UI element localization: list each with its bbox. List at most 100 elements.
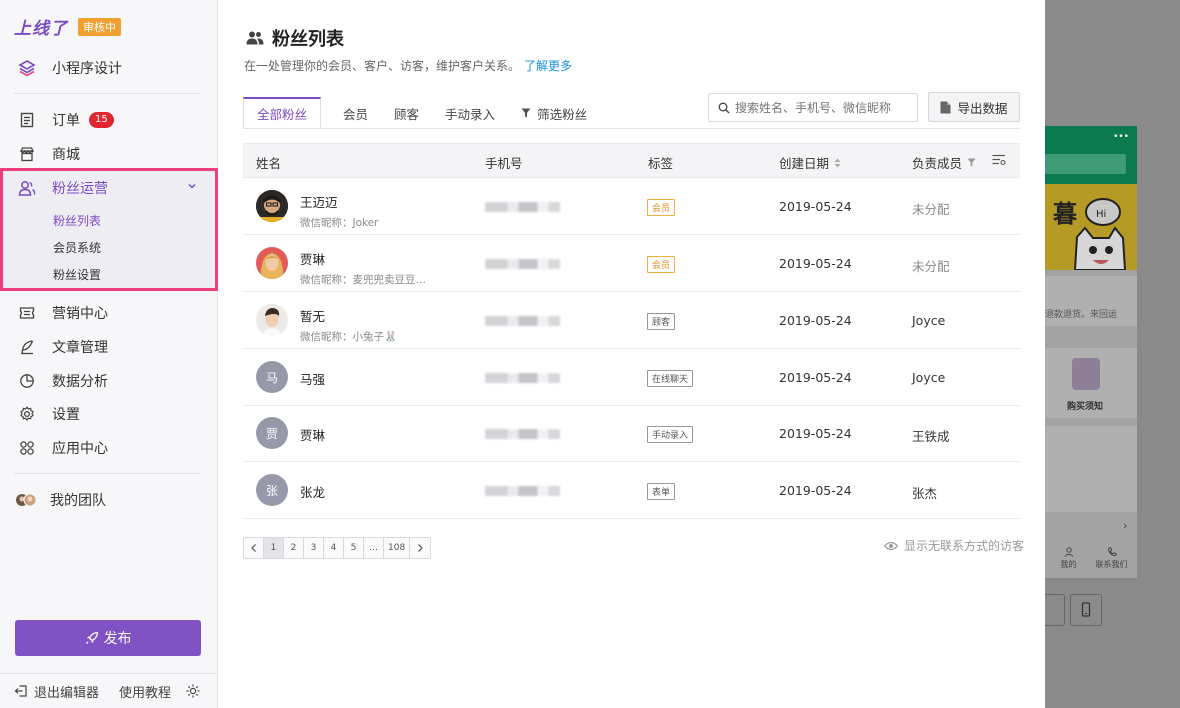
notice-icon [1072,358,1100,390]
table-row[interactable]: 暂无 微信昵称：小兔子🐰 顾客 2019-05-24 Joyce [243,292,1020,349]
tab-manual-entry[interactable]: 手动录入 [432,97,508,129]
prev-page-button[interactable] [244,538,264,558]
gear-icon [18,405,36,423]
fan-name[interactable]: 暂无 [300,306,397,325]
phone-masked [485,429,560,439]
owner-cell[interactable]: Joyce [912,313,945,328]
tab-filter-fans[interactable]: 筛选粉丝 [508,97,600,129]
filter-icon[interactable] [967,158,976,167]
owner-cell[interactable]: Joyce [912,370,945,385]
sidebar-item-marketing[interactable]: 营销中心 [0,298,217,328]
sidebar-subitem-fans-list[interactable]: 粉丝列表 [53,212,101,229]
sidebar-item-fans-ops[interactable]: 粉丝运营 [0,173,212,203]
show-visitors-label: 显示无联系方式的访客 [904,539,1025,553]
owner-cell[interactable]: 王铁成 [912,426,950,445]
sidebar-item-articles[interactable]: 文章管理 [0,332,217,362]
mobile-preview-button[interactable] [1070,594,1102,626]
page-button[interactable]: 4 [324,538,344,558]
tag-badge: 会员 [647,199,676,216]
sort-icon[interactable] [834,158,841,168]
learn-more-link[interactable]: 了解更多 [524,59,572,73]
owner-cell[interactable]: 未分配 [912,256,950,275]
fan-name[interactable]: 贾琳 [300,249,426,268]
tag-badge: 在线聊天 [647,370,694,387]
fan-name[interactable]: 贾琳 [300,425,325,444]
sun-icon[interactable] [186,684,200,698]
page-button[interactable]: 5 [344,538,364,558]
table-row[interactable]: 王迈迈 微信昵称：Joker 会员 2019-05-24 未分配 [243,178,1020,235]
tab-members[interactable]: 会员 [321,97,381,129]
search-input[interactable] [735,100,915,115]
sidebar-subitem-member-system[interactable]: 会员系统 [53,239,101,256]
page-ellipsis-button[interactable]: … [364,538,384,558]
exit-editor-label: 退出编辑器 [34,685,100,701]
phone-masked [485,486,560,496]
show-visitors-toggle[interactable]: 显示无联系方式的访客 [884,537,1024,554]
feather-icon [18,338,36,356]
sidebar-item-label: 应用中心 [52,441,108,457]
col-header-owner[interactable]: 负责成员 [912,153,976,172]
chevron-down-icon[interactable] [187,180,197,195]
page-button[interactable]: 108 [384,538,411,558]
sidebar-item-label: 设置 [52,407,80,423]
tab-all-fans[interactable]: 全部粉丝 [243,97,322,129]
sidebar-item-team[interactable]: 我的团队 [0,485,217,515]
phone-search-bar [1045,154,1126,174]
phone-banner: 暮 Hi [1045,184,1137,270]
sidebar-item-label: 粉丝运营 [52,181,108,197]
col-header-created[interactable]: 创建日期 [779,153,841,172]
owner-cell[interactable]: 张杰 [912,483,937,502]
fan-name[interactable]: 张龙 [300,482,325,501]
sidebar-item-orders[interactable]: 订单 15 [0,105,217,135]
phone-header: ••• [1045,126,1137,184]
exit-editor-link[interactable]: 退出编辑器 [14,682,99,701]
page-button[interactable]: 1 [264,538,284,558]
publish-label: 发布 [103,631,132,647]
sidebar-item-design[interactable]: 小程序设计 [0,53,217,83]
bubble-text: Hi [1096,209,1106,220]
page-button[interactable]: 2 [284,538,304,558]
brand: 上线了 审核中 [14,14,121,39]
tab-customers[interactable]: 顾客 [381,97,432,129]
sidebar-item-label: 商城 [52,147,80,163]
sidebar-subitem-fans-settings[interactable]: 粉丝设置 [53,266,101,283]
publish-button[interactable]: 发布 [15,620,201,656]
sidebar-item-settings[interactable]: 设置 [0,399,217,429]
cat-illustration-icon: 暮 Hi [1053,198,1127,270]
created-date: 2019-05-24 [779,483,852,498]
sidebar-item-apps[interactable]: 应用中心 [0,433,217,463]
sidebar-item-mall[interactable]: 商城 [0,139,217,169]
created-date: 2019-05-24 [779,426,852,441]
preview-overlay[interactable]: ••• 暮 Hi 退款退货。来回运 购买须知 › 我的 联系我们 [1045,0,1180,708]
more-icon: ••• [1113,132,1129,142]
export-label: 导出数据 [957,100,1008,116]
name-cell: 张龙 [300,482,325,501]
main-panel: 粉丝列表 在一处管理你的会员、客户、访客，维护客户关系。 了解更多 全部粉丝 会员… [218,0,1045,708]
next-page-button[interactable] [410,538,430,558]
divider [14,473,201,474]
table-row[interactable]: 马 马强 在线聊天 2019-05-24 Joyce [243,349,1020,406]
apps-grid-icon [18,439,36,457]
sidebar-item-label: 订单 [52,113,80,129]
column-settings-icon[interactable] [992,154,1006,166]
wechat-nickname: 微信昵称：麦兜兜卖豆豆… [300,274,426,286]
table-row[interactable]: 贾琳 微信昵称：麦兜兜卖豆豆… 会员 2019-05-24 未分配 [243,235,1020,292]
table-row[interactable]: 贾 贾琳 手动录入 2019-05-24 王铁成 [243,405,1020,462]
fan-name[interactable]: 王迈迈 [300,192,379,211]
export-data-button[interactable]: 导出数据 [928,92,1020,122]
brand-logo[interactable]: 上线了 [14,14,68,39]
fans-ops-group: 粉丝运营 粉丝列表 会员系统 粉丝设置 [0,168,218,291]
owner-cell[interactable]: 未分配 [912,199,950,218]
tab-contact: 联系我们 [1096,547,1128,570]
sidebar-item-analytics[interactable]: 数据分析 [0,366,217,396]
page-button[interactable]: 3 [304,538,324,558]
search-box[interactable] [708,93,918,122]
preview-toolbar-button[interactable] [1045,594,1065,626]
eye-icon [884,541,898,551]
tutorial-link[interactable]: 使用教程 [119,682,171,701]
page-title-text: 粉丝列表 [272,29,344,50]
sidebar-item-label: 文章管理 [52,340,108,356]
fan-name[interactable]: 马强 [300,369,325,388]
table-row[interactable]: 张 张龙 表单 2019-05-24 张杰 [243,462,1020,519]
orders-count-badge: 15 [89,112,114,128]
